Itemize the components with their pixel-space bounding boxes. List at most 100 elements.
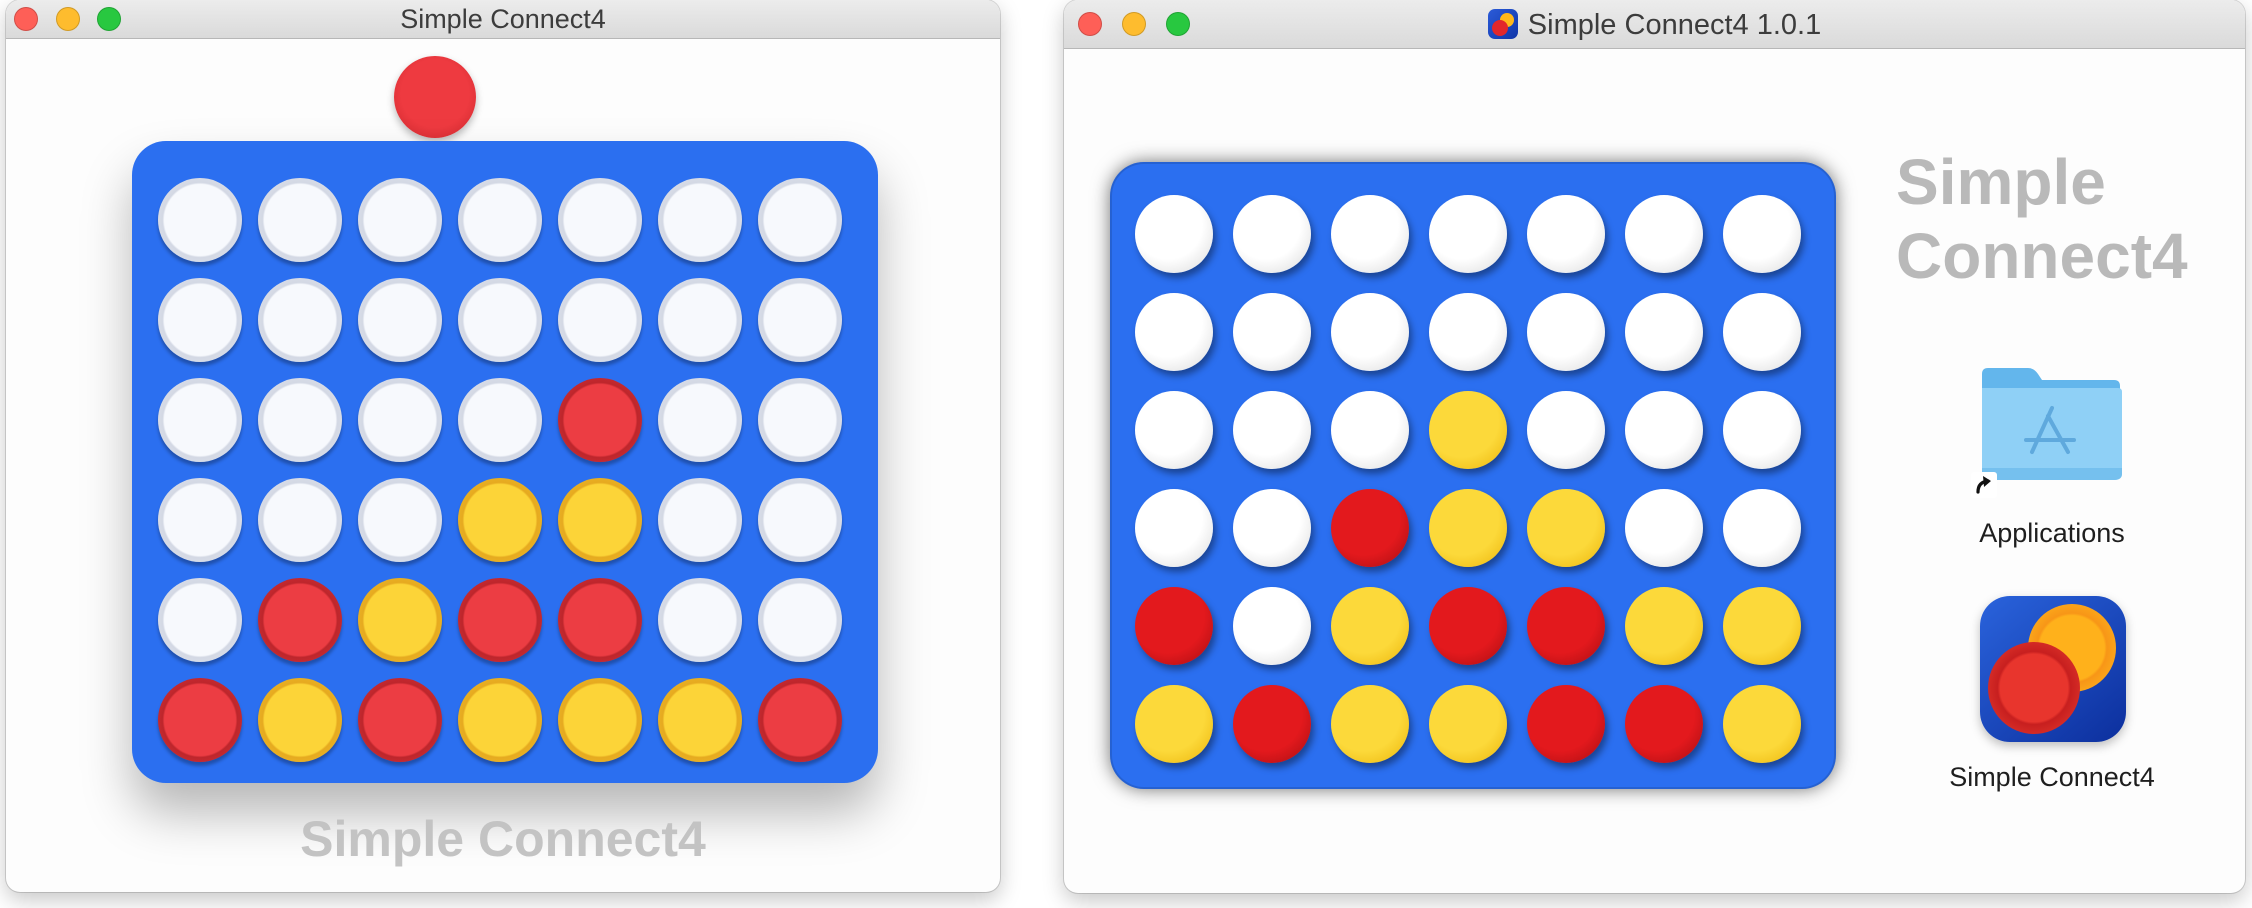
board-cell-empty	[1331, 391, 1409, 469]
board-cell-empty[interactable]	[358, 178, 442, 262]
board-cell-yellow	[1625, 587, 1703, 665]
board-cell-red[interactable]	[158, 678, 242, 762]
board-cell-empty	[1723, 293, 1801, 371]
board-cell-empty	[1135, 293, 1213, 371]
board-cell-empty[interactable]	[658, 478, 742, 562]
board-cell-empty[interactable]	[758, 478, 842, 562]
applications-label[interactable]: Applications	[1932, 518, 2172, 549]
board-cell-empty	[1527, 391, 1605, 469]
board-cell-empty[interactable]	[358, 378, 442, 462]
board-cell-empty	[1429, 195, 1507, 273]
board-cell-yellow	[1527, 489, 1605, 567]
board-cell-empty	[1625, 195, 1703, 273]
window-title: Simple Connect4	[400, 4, 606, 34]
board-cell-empty[interactable]	[258, 278, 342, 362]
board-cell-empty[interactable]	[158, 178, 242, 262]
board-cell-empty[interactable]	[358, 478, 442, 562]
board-cell-empty[interactable]	[158, 578, 242, 662]
board-cell-empty[interactable]	[758, 278, 842, 362]
board-cell-red	[1527, 685, 1605, 763]
board-cell-red	[1331, 489, 1409, 567]
board-cell-empty[interactable]	[158, 378, 242, 462]
board-cell-empty	[1429, 293, 1507, 371]
board-cell-yellow[interactable]	[558, 678, 642, 762]
board-cell-empty	[1135, 391, 1213, 469]
board-cell-empty	[1723, 489, 1801, 567]
board-cell-yellow	[1135, 685, 1213, 763]
board-cell-yellow[interactable]	[358, 578, 442, 662]
installer-window: Simple Connect4 1.0.1 Simple Connect4 Ap…	[1064, 0, 2245, 893]
board-cell-empty	[1233, 293, 1311, 371]
board-cell-empty	[1723, 195, 1801, 273]
board-cell-red	[1233, 685, 1311, 763]
board-cell-yellow[interactable]	[658, 678, 742, 762]
board-cell-empty	[1331, 293, 1409, 371]
board-cell-empty[interactable]	[658, 178, 742, 262]
board-cell-red[interactable]	[458, 578, 542, 662]
board-cell-empty[interactable]	[158, 478, 242, 562]
board-cell-yellow[interactable]	[458, 678, 542, 762]
titlebar: Simple Connect4 1.0.1	[1064, 0, 2245, 49]
board-cell-red	[1625, 685, 1703, 763]
board-cell-yellow	[1331, 685, 1409, 763]
board-cell-empty[interactable]	[758, 178, 842, 262]
board-cell-red[interactable]	[558, 378, 642, 462]
board-cell-red	[1135, 587, 1213, 665]
board-cell-empty	[1233, 489, 1311, 567]
board-cell-empty	[1135, 489, 1213, 567]
board-cell-empty[interactable]	[258, 178, 342, 262]
game-window: Simple Connect4 Simple Connect4	[6, 0, 1000, 892]
app-label[interactable]: Simple Connect4	[1932, 762, 2172, 793]
board-cell-empty[interactable]	[358, 278, 442, 362]
board-cell-yellow	[1331, 587, 1409, 665]
board-cell-red	[1527, 587, 1605, 665]
board-cell-empty[interactable]	[558, 278, 642, 362]
board-cell-empty	[1625, 391, 1703, 469]
app-wordmark: Simple Connect4	[1896, 146, 2188, 292]
board-cell-red[interactable]	[258, 578, 342, 662]
board-cell-yellow	[1723, 587, 1801, 665]
simple-connect4-app-icon[interactable]	[1980, 596, 2126, 742]
board-cell-empty[interactable]	[258, 378, 342, 462]
board-cell-empty[interactable]	[458, 278, 542, 362]
board-cell-empty	[1135, 195, 1213, 273]
board-cell-empty	[1331, 195, 1409, 273]
board-cell-yellow	[1429, 489, 1507, 567]
board-cell-yellow	[1429, 391, 1507, 469]
board-cell-empty[interactable]	[658, 278, 742, 362]
board-cell-empty[interactable]	[158, 278, 242, 362]
board-cell-empty	[1625, 489, 1703, 567]
board-cell-empty[interactable]	[658, 578, 742, 662]
board-cell-empty[interactable]	[758, 378, 842, 462]
board-cell-empty[interactable]	[458, 378, 542, 462]
board-cell-yellow[interactable]	[258, 678, 342, 762]
board-cell-empty	[1233, 587, 1311, 665]
app-title-icon	[1487, 9, 1518, 39]
board-cell-empty	[1527, 195, 1605, 273]
board-cell-yellow	[1429, 685, 1507, 763]
board-cell-red[interactable]	[558, 578, 642, 662]
titlebar: Simple Connect4	[6, 0, 1000, 39]
board-cell-empty[interactable]	[658, 378, 742, 462]
applications-folder-icon[interactable]	[1976, 364, 2124, 482]
board-cell-empty	[1233, 391, 1311, 469]
board-cell-empty[interactable]	[458, 178, 542, 262]
board-cell-yellow[interactable]	[558, 478, 642, 562]
board-cell-empty	[1233, 195, 1311, 273]
pending-red-disc[interactable]	[394, 56, 476, 138]
board-cell-yellow[interactable]	[458, 478, 542, 562]
window-title-text: Simple Connect4 1.0.1	[1527, 9, 1822, 41]
game-board[interactable]	[132, 141, 878, 783]
board-cell-red[interactable]	[358, 678, 442, 762]
window-title: Simple Connect4 1.0.1	[1064, 9, 2245, 42]
preview-board	[1110, 162, 1836, 789]
board-cell-empty[interactable]	[258, 478, 342, 562]
board-cell-empty[interactable]	[558, 178, 642, 262]
board-cell-empty	[1625, 293, 1703, 371]
board-cell-empty	[1527, 293, 1605, 371]
board-cell-empty[interactable]	[758, 578, 842, 662]
app-wordmark: Simple Connect4	[300, 811, 706, 867]
board-cell-empty	[1723, 391, 1801, 469]
board-cell-red[interactable]	[758, 678, 842, 762]
board-cell-red	[1429, 587, 1507, 665]
